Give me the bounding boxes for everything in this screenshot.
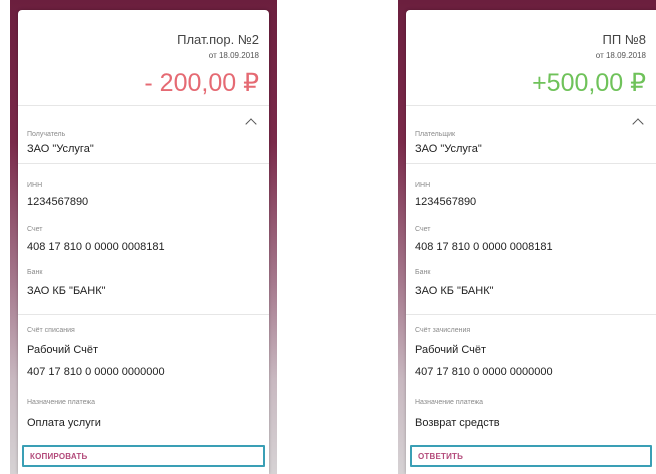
reply-button-label: ОТВЕТИТЬ [418,452,464,461]
account-value: 408 17 810 0 0000 0008181 [27,241,165,253]
inn-value: 1234567890 [415,196,477,208]
document-title: ПП №8 [602,32,646,47]
purpose-value: Возврат средств [415,417,500,429]
counterparty-value: ЗАО "Услуга" [27,143,94,155]
bank-value: ЗАО КБ "БАНК" [415,285,494,297]
payment-amount: +500,00 ₽ [532,69,646,97]
counterparty-details-section: ИНН 1234567890 Счет 408 17 810 0 0000 00… [18,164,269,315]
payment-header: Плат.пор. №2 от 18.09.2018 - 200,00 ₽ [18,10,269,106]
own-account-number: 407 17 810 0 0000 0000000 [27,366,165,378]
purpose-value: Оплата услуги [27,417,101,429]
copy-button-label: КОПИРОВАТЬ [30,452,88,461]
outgoing-payment-screen: Плат.пор. №2 от 18.09.2018 - 200,00 ₽ По… [10,0,277,474]
own-account-section: Счёт зачисления Рабочий Счёт 407 17 810 … [406,315,656,474]
bank-value: ЗАО КБ "БАНК" [27,285,106,297]
own-account-section: Счёт списания Рабочий Счёт 407 17 810 0 … [18,315,269,474]
own-account-name: Рабочий Счёт [415,344,487,356]
purpose-label: Назначение платежа [415,399,483,406]
counterparty-label: Плательщик [415,131,456,138]
own-account-number: 407 17 810 0 0000 0000000 [415,366,553,378]
payment-amount: - 200,00 ₽ [144,69,259,97]
own-account-name: Рабочий Счёт [27,344,99,356]
own-account-label: Счёт списания [27,327,75,334]
payment-details-card: ПП №8 от 18.09.2018 +500,00 ₽ Плательщик… [406,10,656,474]
account-label: Счет [27,226,43,233]
inn-label: ИНН [415,182,431,189]
copy-button[interactable]: КОПИРОВАТЬ [22,445,265,467]
purpose-label: Назначение платежа [27,399,95,406]
chevron-up-icon[interactable] [632,118,644,130]
document-date: от 18.09.2018 [208,51,259,60]
counterparty-value: ЗАО "Услуга" [415,143,482,155]
own-account-label: Счёт зачисления [415,327,471,334]
counterparty-section[interactable]: Получатель ЗАО "Услуга" [18,106,269,164]
inn-value: 1234567890 [27,196,89,208]
comparison-stage: Плат.пор. №2 от 18.09.2018 - 200,00 ₽ По… [0,0,656,474]
bank-label: Банк [415,269,431,276]
payment-header: ПП №8 от 18.09.2018 +500,00 ₽ [406,10,656,106]
payment-details-card: Плат.пор. №2 от 18.09.2018 - 200,00 ₽ По… [18,10,269,474]
account-label: Счет [415,226,431,233]
account-value: 408 17 810 0 0000 0008181 [415,241,553,253]
reply-button[interactable]: ОТВЕТИТЬ [410,445,652,467]
bank-label: Банк [27,269,43,276]
chevron-up-icon[interactable] [245,118,257,130]
counterparty-label: Получатель [27,131,66,138]
incoming-payment-screen: ПП №8 от 18.09.2018 +500,00 ₽ Плательщик… [398,0,656,474]
inn-label: ИНН [27,182,43,189]
counterparty-details-section: ИНН 1234567890 Счет 408 17 810 0 0000 00… [406,164,656,315]
document-title: Плат.пор. №2 [177,32,259,47]
counterparty-section[interactable]: Плательщик ЗАО "Услуга" [406,106,656,164]
document-date: от 18.09.2018 [595,51,646,60]
